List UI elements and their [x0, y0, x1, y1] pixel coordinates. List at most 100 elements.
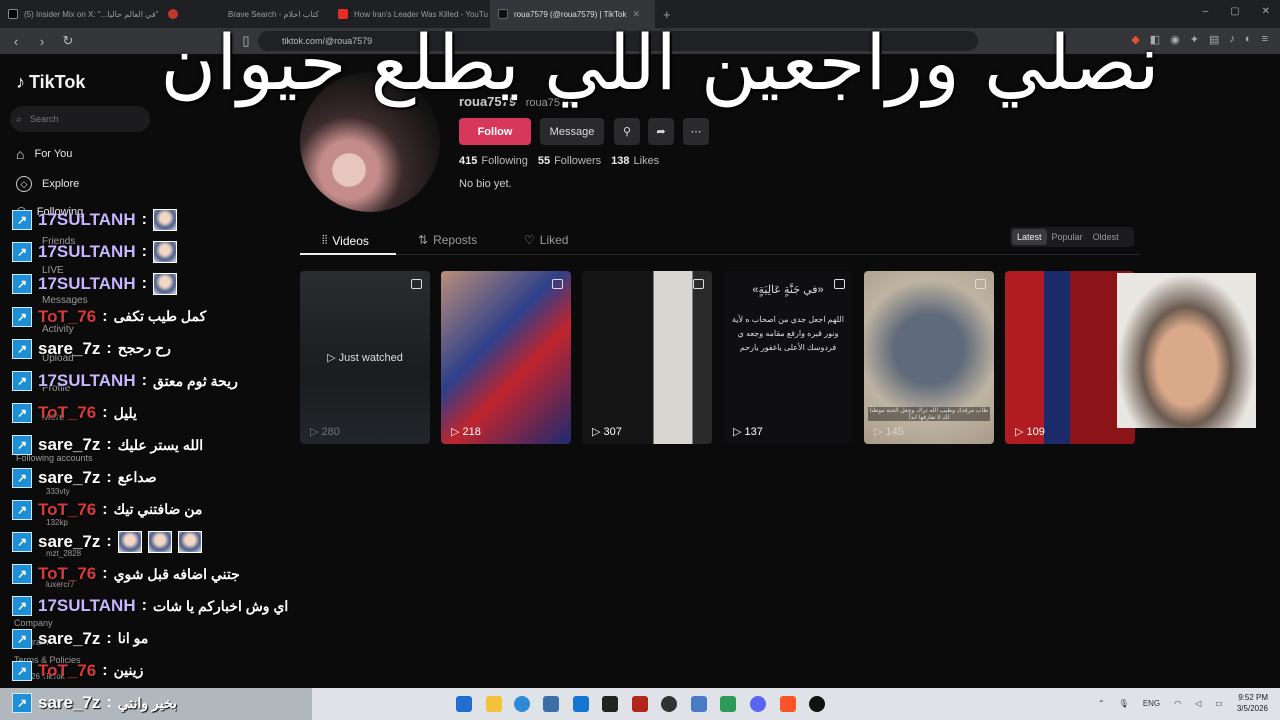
chat-badge-icon: ↗	[12, 693, 32, 713]
chat-badge-icon: ↗	[12, 210, 32, 230]
message-button[interactable]: Message	[540, 118, 604, 145]
store-icon[interactable]	[543, 696, 559, 712]
multi-image-icon	[552, 279, 563, 289]
video-thumbnail[interactable]: «في جَنَّةٍ عَالِيَةٍ» اللهم اجعل جدي من…	[723, 271, 853, 444]
wifi-icon[interactable]: ◠	[1174, 699, 1181, 708]
chat-badge-icon: ↗	[12, 306, 32, 327]
chat-emote	[117, 531, 142, 553]
chat-badge-icon: ↗	[12, 628, 32, 649]
search-input[interactable]: ⌕ Search	[10, 106, 150, 132]
video-thumbnail[interactable]: ▷ 218	[441, 271, 571, 444]
chat-text: جتني اضافه قبل شوي	[113, 565, 240, 582]
view-count: ▷ 137	[733, 426, 763, 438]
stat-value: 55	[537, 155, 551, 167]
battery-icon[interactable]: ▭	[1215, 699, 1223, 708]
multi-image-icon	[693, 279, 704, 289]
webcam-overlay-image	[1117, 273, 1256, 428]
minimize-icon[interactable]: –	[1203, 6, 1209, 17]
video-caption: طاب مرقدك وطيب الله ثراك وجعل الجنة موطن…	[868, 407, 990, 421]
share-button[interactable]: ➦	[648, 118, 674, 145]
obs-icon[interactable]	[661, 696, 677, 712]
chat-separator: :	[102, 307, 108, 325]
sidebar-item-explore[interactable]: ◇ Explore	[16, 176, 246, 192]
chat-separator: :	[106, 533, 112, 550]
chat-separator: :	[141, 597, 147, 615]
file-explorer-icon[interactable]	[486, 696, 502, 712]
app-icon[interactable]	[632, 696, 648, 712]
chat-emote	[177, 531, 202, 553]
stat-label: Followers	[554, 155, 602, 167]
chat-username: sare_7z	[38, 338, 101, 358]
app-icon[interactable]	[691, 696, 707, 712]
video-thumbnail[interactable]: ▷ 307	[582, 271, 712, 444]
chat-message: ↗ sare_7z:	[12, 528, 202, 556]
chevron-up-icon[interactable]: ⌃	[1098, 699, 1105, 708]
video-thumbnail[interactable]: ▷ 109	[1005, 271, 1135, 444]
tab-label: Reposts	[433, 233, 478, 247]
add-friend-button[interactable]: ⚲	[614, 118, 640, 145]
sort-popular[interactable]: Popular	[1047, 229, 1088, 245]
video-overlay-title: «في جَنَّةٍ عَالِيَةٍ»	[752, 284, 824, 296]
back-icon[interactable]: ‹	[6, 34, 26, 49]
close-window-icon[interactable]: ✕	[1262, 6, 1270, 17]
app-icon[interactable]	[573, 696, 589, 712]
terminal-icon[interactable]	[602, 696, 618, 712]
tab-videos[interactable]: ⦙⦙ Videos	[322, 233, 369, 248]
search-placeholder: Search	[30, 114, 59, 124]
chat-separator: :	[141, 372, 147, 389]
mic-icon[interactable]: 🎙	[1119, 699, 1129, 708]
chat-separator: :	[102, 500, 108, 518]
forward-icon[interactable]: ›	[32, 34, 52, 49]
sort-oldest[interactable]: Oldest	[1088, 229, 1124, 245]
chat-username: sare_7z	[38, 693, 101, 712]
follow-button[interactable]: Follow	[459, 118, 531, 145]
stat-value: 138	[611, 155, 630, 167]
chat-separator: :	[102, 565, 108, 583]
grid-icon: ⦙⦙	[322, 233, 328, 247]
app-icon[interactable]	[809, 696, 825, 712]
clock[interactable]: 9:52 PM 3/5/2026	[1237, 692, 1268, 714]
view-count: ▷ 145	[874, 426, 904, 438]
chat-message: ↗ ToT_76: يليل	[12, 399, 137, 427]
sort-toggle: Latest Popular Oldest	[1010, 227, 1134, 247]
stat-label: Following	[481, 155, 528, 167]
chat-badge-icon: ↗	[12, 499, 32, 520]
video-thumbnail[interactable]: ▷ Just watched ▷ 280	[300, 271, 430, 444]
brave-icon[interactable]	[780, 696, 796, 712]
chat-username: sare_7z	[38, 532, 101, 551]
chat-text: رح رحجح	[117, 340, 171, 357]
more-options-button[interactable]: ⋯	[683, 118, 709, 145]
start-icon[interactable]	[456, 696, 472, 712]
tiktok-note-icon: ♪	[16, 72, 25, 92]
language-indicator[interactable]: ENG	[1143, 699, 1160, 708]
discord-icon[interactable]	[750, 696, 766, 712]
tab-liked[interactable]: ♡ Liked	[524, 233, 568, 247]
tab-reposts[interactable]: ⇅ Reposts	[418, 233, 477, 247]
window-controls: – ▢ ✕	[1203, 6, 1270, 17]
chat-message: ↗ sare_7z: بخير وانتي	[12, 689, 177, 717]
maximize-icon[interactable]: ▢	[1230, 6, 1239, 17]
x-logo-icon	[8, 9, 18, 19]
add-user-icon: ⚲	[622, 126, 632, 138]
chat-badge-icon: ↗	[12, 596, 32, 617]
followers-stat[interactable]: 55 Followers	[538, 155, 601, 167]
chat-text: الله يستر عليك	[117, 436, 204, 453]
chat-badge-icon: ↗	[12, 467, 32, 488]
overlay-text: Just watched	[338, 352, 403, 364]
vscode-icon[interactable]	[720, 696, 736, 712]
chat-emote	[152, 209, 177, 231]
following-stat[interactable]: 415 Following	[459, 155, 528, 167]
video-thumbnail[interactable]: طاب مرقدك وطيب الله ثراك وجعل الجنة موطن…	[864, 271, 994, 444]
stat-value: 415	[459, 155, 478, 167]
chat-username: sare_7z	[38, 628, 101, 648]
chat-text: كمل طيب تكفى	[113, 308, 207, 325]
chat-separator: :	[106, 436, 112, 454]
chat-separator: :	[106, 468, 112, 486]
chat-message: ↗ ToT_76: من ضافتني تيك	[12, 496, 202, 524]
sidebar-item-for-you[interactable]: ⌂ For You	[16, 146, 246, 162]
sort-latest[interactable]: Latest	[1012, 229, 1047, 245]
volume-icon[interactable]: ◁	[1195, 699, 1201, 708]
chat-username: ToT_76	[38, 403, 97, 423]
edge-icon[interactable]	[514, 696, 530, 712]
chat-separator: :	[141, 275, 147, 293]
